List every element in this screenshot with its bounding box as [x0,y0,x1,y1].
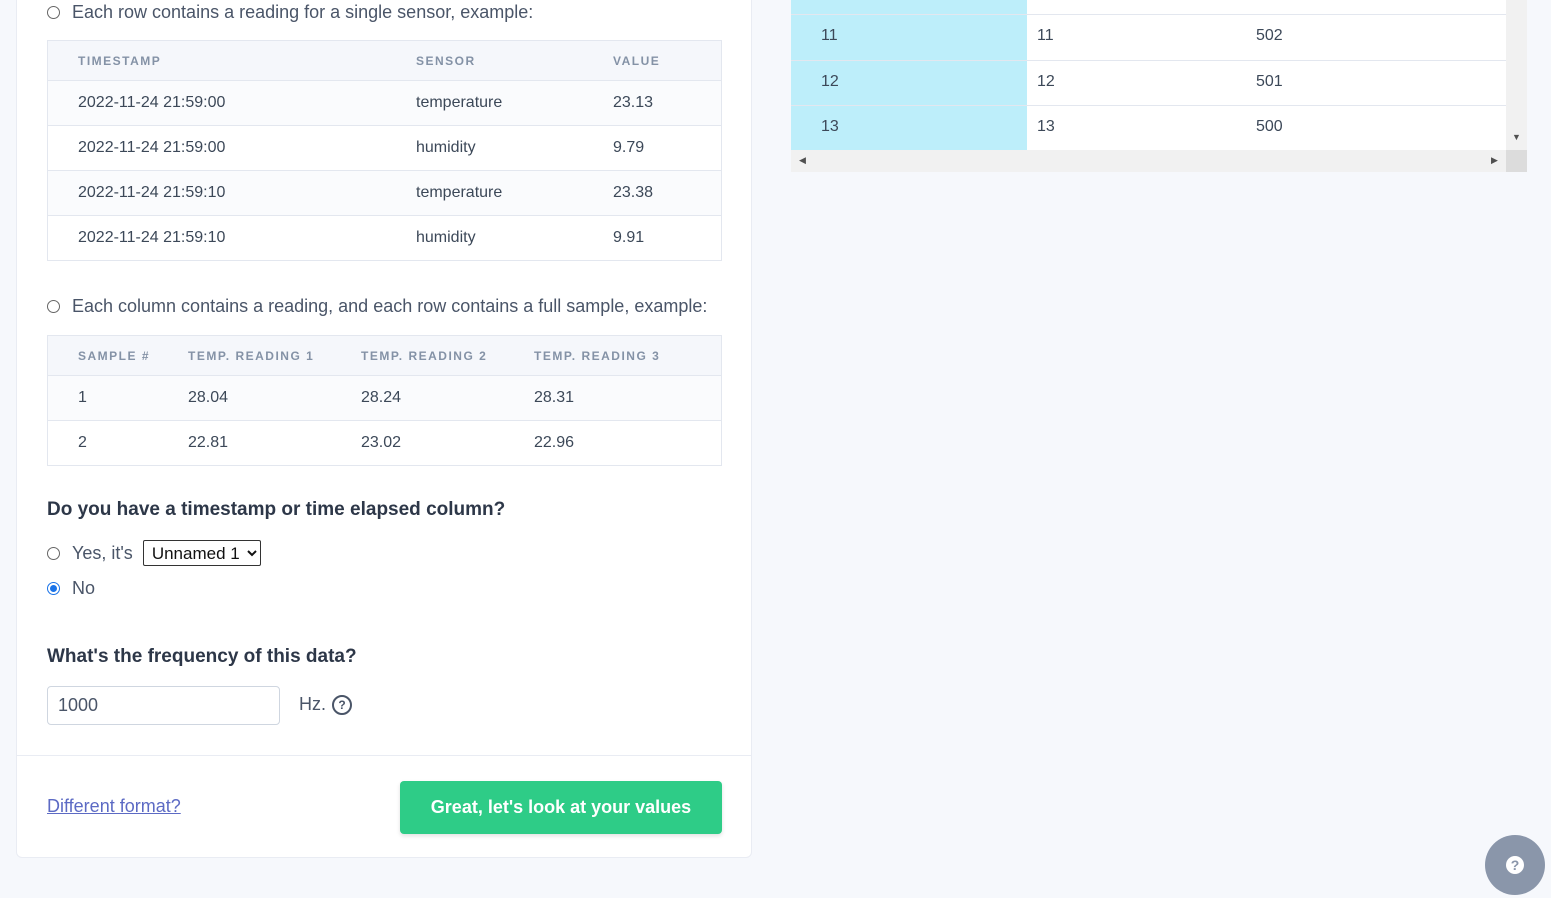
frequency-input[interactable] [47,686,280,725]
table-cell: temperature [386,170,583,216]
column-header: TIMESTAMP [47,40,386,81]
example-table-single-sensor: TIMESTAMP SENSOR VALUE 2022-11-24 21:59:… [47,40,722,261]
table-row: 2022-11-24 21:59:00 temperature 23.13 [47,80,722,126]
table-cell: 28.31 [504,375,722,421]
table-row: 12 12 501 [791,60,1506,106]
example-table-full-sample: SAMPLE # TEMP. READING 1 TEMP. READING 2… [47,335,722,466]
table-cell: 23.38 [583,170,722,216]
table-cell: humidity [386,215,583,261]
table-cell: 502 [1256,27,1283,44]
option-full-sample-label: Each column contains a reading, and each… [72,296,708,316]
timestamp-no-label: No [72,578,96,598]
table-cell: 28.24 [331,375,504,421]
frequency-question-title: What's the frequency of this data? [47,646,357,667]
frequency-unit: Hz. ? [299,694,352,715]
timestamp-column-select[interactable]: Unnamed 1 [142,540,261,566]
table-cell: 2022-11-24 21:59:10 [47,170,386,216]
column-header: TEMP. READING 2 [331,335,504,376]
table-cell: 2022-11-24 21:59:00 [47,125,386,171]
table-cell: 13 [1037,118,1055,135]
table-cell: 12 [821,73,839,90]
look-at-values-button[interactable]: Great, let's look at your values [400,781,722,834]
table-cell: 23.13 [583,80,722,126]
table-cell: 12 [1037,73,1055,90]
column-header: VALUE [583,40,722,81]
scroll-down-arrow-icon[interactable]: ▼ [1512,132,1521,142]
table-cell: 22.96 [504,420,722,466]
table-cell: temperature [386,80,583,126]
table-cell: 23.02 [331,420,504,466]
table-cell: 9.79 [583,125,722,171]
timestamp-question-title: Do you have a timestamp or time elapsed … [47,499,506,520]
column-header: TEMP. READING 3 [504,335,722,376]
table-row [791,0,1506,15]
table-cell: 1 [47,375,158,421]
table-cell: 501 [1256,73,1283,90]
help-button[interactable]: ? [1485,835,1545,895]
card-divider [16,755,752,756]
scroll-right-arrow-icon[interactable]: ▶ [1491,155,1498,166]
table-cell: 500 [1256,118,1283,135]
scroll-left-arrow-icon[interactable]: ◀ [799,155,806,166]
table-cell: 11 [821,27,838,44]
table-cell: 2 [47,420,158,466]
vertical-scrollbar[interactable]: ▼ [1506,0,1527,150]
table-row: 2022-11-24 21:59:10 humidity 9.91 [47,215,722,261]
frequency-unit-label: Hz. [299,694,326,714]
table-row: 2022-11-24 21:59:00 humidity 9.79 [47,125,722,171]
option-single-sensor-label: Each row contains a reading for a single… [72,2,534,22]
timestamp-yes-row[interactable]: Yes, it's Unnamed 1 [47,540,261,566]
table-cell: 11 [1037,27,1054,44]
option-single-sensor-row[interactable]: Each row contains a reading for a single… [47,2,533,23]
table-row: 13 13 500 [791,105,1506,151]
column-header: SAMPLE # [47,335,158,376]
question-mark-icon: ? [1506,856,1524,874]
option-full-sample-row[interactable]: Each column contains a reading, and each… [47,296,707,317]
table-cell: humidity [386,125,583,171]
data-preview-grid: 11 11 502 12 12 501 13 13 500 [791,0,1527,172]
column-header: TEMP. READING 1 [158,335,331,376]
radio-full-sample[interactable] [47,300,60,313]
radio-timestamp-no[interactable] [47,582,60,595]
different-format-link[interactable]: Different format? [47,796,181,817]
table-cell: 28.04 [158,375,331,421]
table-cell: 9.91 [583,215,722,261]
radio-single-sensor[interactable] [47,6,60,19]
column-header: SENSOR [386,40,583,81]
help-circle-icon[interactable]: ? [332,694,352,715]
table-cell: 13 [821,118,839,135]
table-row: 1 28.04 28.24 28.31 [47,375,722,421]
horizontal-scrollbar[interactable]: ◀ ▶ [791,150,1506,172]
scrollbar-corner [1506,150,1527,172]
table-row: 2 22.81 23.02 22.96 [47,420,722,466]
table-cell: 2022-11-24 21:59:00 [47,80,386,126]
table-row: 2022-11-24 21:59:10 temperature 23.38 [47,170,722,216]
radio-timestamp-yes[interactable] [47,546,60,560]
timestamp-no-row[interactable]: No [47,578,95,599]
timestamp-yes-label: Yes, it's [72,542,133,563]
table-row: 11 11 502 [791,14,1506,60]
table-cell: 2022-11-24 21:59:10 [47,215,386,261]
table-cell: 22.81 [158,420,331,466]
